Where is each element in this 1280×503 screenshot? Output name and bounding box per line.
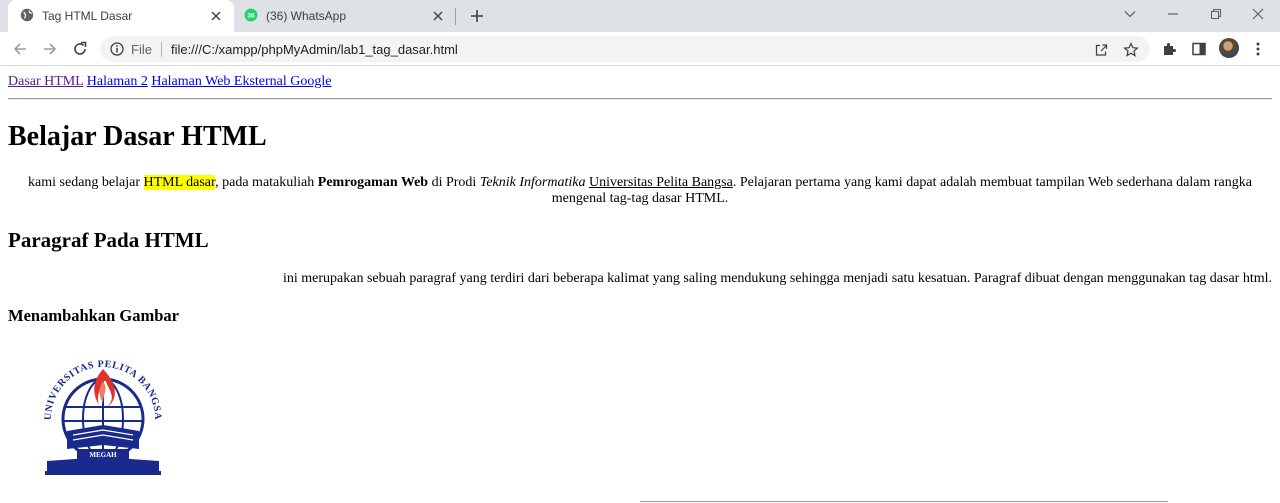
minimize-icon[interactable] — [1160, 4, 1186, 24]
university-logo: UNIVERSITAS PELITA BANGSA MEGAH — [33, 349, 173, 477]
globe-icon — [20, 8, 34, 25]
new-tab-icon[interactable] — [466, 5, 488, 27]
horizontal-rule — [8, 98, 1272, 100]
scheme-label: File — [131, 41, 152, 57]
forward-icon[interactable] — [38, 37, 62, 61]
link-google[interactable]: Halaman Web Eksternal Google — [151, 74, 331, 89]
page-title: Belajar Dasar HTML — [8, 121, 267, 152]
section-heading: Paragraf Pada HTML — [8, 228, 209, 252]
close-tab-icon[interactable] — [208, 8, 224, 24]
link-dasar-html[interactable]: Dasar HTML — [8, 74, 83, 89]
browser-toolbar: File file:///C:/xampp/phpMyAdmin/lab1_ta… — [0, 32, 1280, 66]
underline-text: Universitas Pelita Bangsa — [588, 175, 733, 190]
tab-whatsapp[interactable]: 36 (36) WhatsApp — [234, 0, 456, 32]
page-content: Dasar HTML Halaman 2 Halaman Web Ekstern… — [0, 66, 1280, 503]
profile-avatar[interactable] — [1219, 38, 1239, 58]
body-paragraph: ini merupakan sebuah paragraf yang terdi… — [283, 271, 1272, 286]
bold-text: Pemrogaman Web — [317, 175, 429, 190]
italic-text: Teknik Informatika — [479, 175, 586, 190]
nav-links: Dasar HTML Halaman 2 Halaman Web Ekstern… — [8, 74, 332, 90]
close-tab-icon[interactable] — [430, 8, 446, 24]
intro-paragraph: kami sedang belajar HTML dasar, pada mat… — [28, 175, 1252, 206]
tab-search-icon[interactable] — [1117, 4, 1143, 24]
whatsapp-badge: 36 — [247, 12, 255, 19]
close-window-icon[interactable] — [1245, 4, 1271, 24]
horizontal-rule-bottom — [640, 501, 1168, 502]
tab-separator — [455, 8, 456, 25]
tab-strip: Tag HTML Dasar 36 (36) WhatsApp — [0, 0, 1280, 32]
menu-icon[interactable] — [1246, 37, 1270, 61]
extensions-icon[interactable] — [1157, 37, 1181, 61]
highlight-text: HTML dasar — [143, 175, 216, 190]
link-halaman-2[interactable]: Halaman 2 — [87, 74, 148, 89]
side-panel-icon[interactable] — [1187, 37, 1211, 61]
tab-title: Tag HTML Dasar — [42, 9, 133, 23]
whatsapp-icon: 36 — [244, 8, 258, 25]
info-icon[interactable] — [110, 42, 124, 56]
image-heading: Menambahkan Gambar — [8, 306, 179, 325]
back-icon[interactable] — [8, 37, 32, 61]
address-separator — [160, 41, 162, 57]
share-icon[interactable] — [1091, 40, 1111, 60]
address-bar[interactable]: File file:///C:/xampp/phpMyAdmin/lab1_ta… — [100, 36, 1150, 62]
restore-icon[interactable] — [1203, 4, 1229, 24]
tab-title: (36) WhatsApp — [266, 9, 347, 23]
tab-tag-html-dasar[interactable]: Tag HTML Dasar — [8, 0, 234, 32]
reload-icon[interactable] — [68, 37, 92, 61]
bookmark-star-icon[interactable] — [1121, 40, 1141, 60]
url-text[interactable]: file:///C:/xampp/phpMyAdmin/lab1_tag_das… — [171, 42, 458, 57]
